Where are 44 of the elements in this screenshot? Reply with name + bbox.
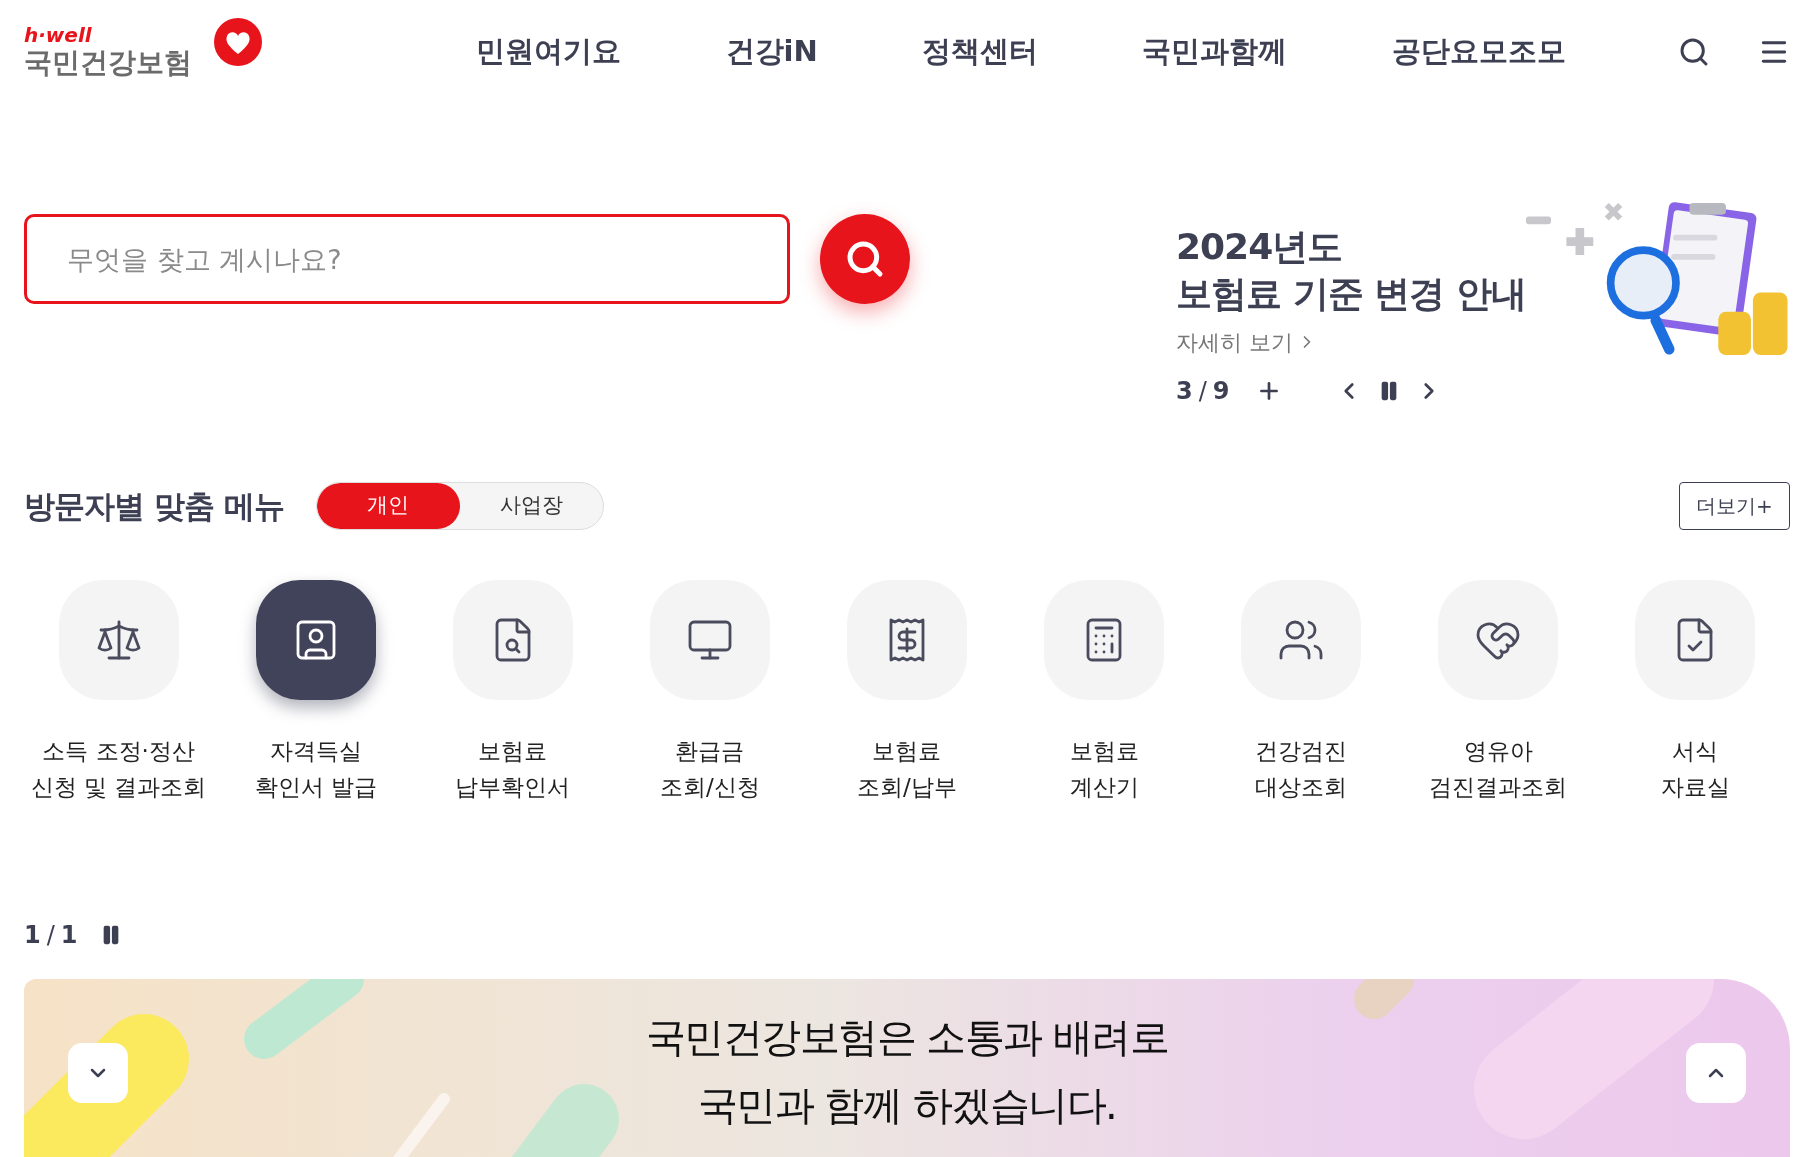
- search-icon[interactable]: [1678, 36, 1710, 68]
- segment-tab[interactable]: 사업장: [459, 483, 603, 529]
- promo-title: 2024년도 보험료 기준 변경 안내: [1176, 225, 1526, 316]
- menu-label: 소득 조정·정산 신청 및 결과조회: [30, 737, 207, 802]
- nav-link[interactable]: 정책센터: [922, 30, 1039, 74]
- pager-total: 1: [60, 920, 78, 952]
- search-field[interactable]: 무엇을 찾고 계시나요?: [24, 214, 790, 304]
- menu-tile[interactable]: [649, 580, 770, 700]
- menu-label: 서식 자료실: [1660, 737, 1730, 802]
- menu-label: 건강검진 대상조회: [1255, 737, 1348, 802]
- menu-label: 자격득실 확인서 발급: [254, 737, 377, 802]
- heart-logo-icon[interactable]: [214, 18, 262, 66]
- menu-label: 보험료 납부확인서: [455, 737, 571, 802]
- more-button[interactable]: 더보기+: [1679, 482, 1790, 530]
- menu-tile[interactable]: [58, 580, 179, 700]
- pager-separator: /: [1198, 375, 1207, 407]
- logo-name[interactable]: 국민건강보험: [24, 44, 192, 80]
- pager-total: 9: [1212, 375, 1230, 407]
- menu-tile[interactable]: [255, 580, 376, 700]
- details-link[interactable]: 자세히 보기: [1176, 325, 1526, 359]
- menu-tile[interactable]: [847, 580, 967, 700]
- pager-separator: /: [46, 920, 55, 952]
- pager-current: 1: [24, 920, 41, 952]
- nav-link[interactable]: 공단요모조모: [1391, 30, 1566, 74]
- menu-tile[interactable]: [1241, 580, 1362, 700]
- search-icon: [845, 239, 885, 279]
- menu-tile[interactable]: [1044, 580, 1165, 700]
- search-button[interactable]: [820, 214, 910, 304]
- menu-label: 영유아 검진결과조회: [1429, 737, 1568, 802]
- menu-label: 보험료 조회/납부: [857, 737, 957, 802]
- decor-stripe: [1354, 979, 1414, 1020]
- logo-tagline[interactable]: h·well: [24, 24, 92, 45]
- nav-link[interactable]: 건강iN: [725, 30, 818, 74]
- menu-tile[interactable]: [452, 580, 573, 700]
- menu-label: 보험료 계산기: [1069, 737, 1139, 802]
- segment-tab[interactable]: 개인: [316, 483, 460, 529]
- section-title: 방문자별 맞춤 메뉴: [24, 486, 284, 526]
- menu-tile[interactable]: [1438, 580, 1559, 700]
- nav-link[interactable]: 국민과함께: [1142, 30, 1288, 74]
- nav-link[interactable]: 민원여기요: [476, 30, 622, 74]
- menu-tile[interactable]: [1635, 580, 1756, 700]
- menu-label: 환급금 조회/신청: [660, 737, 760, 802]
- banner-slogan: 국민건강보험은 소통과 배려로 국민과 함께 하겠습니다.: [645, 1013, 1169, 1131]
- pager-current: 3: [1176, 375, 1193, 407]
